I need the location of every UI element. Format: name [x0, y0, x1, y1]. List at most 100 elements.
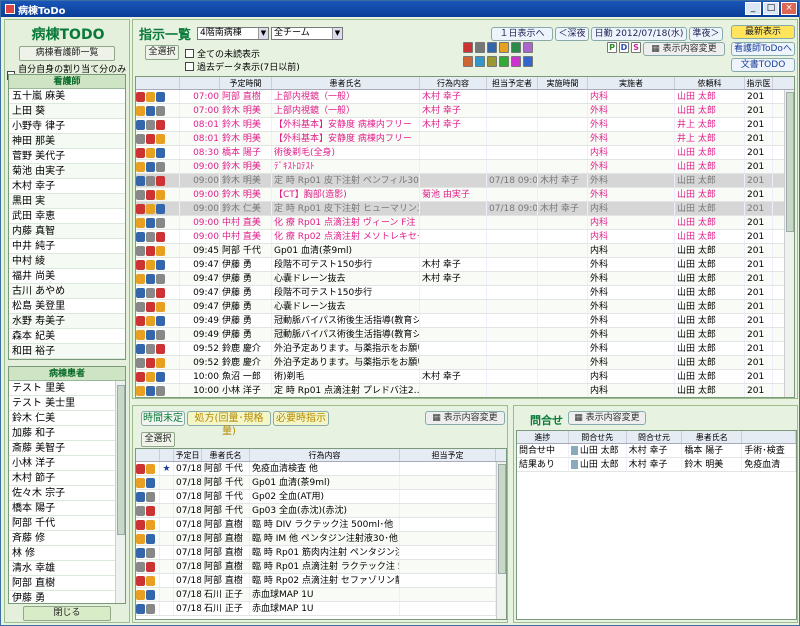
status-icon[interactable]	[136, 603, 145, 614]
instruction-scrollbar[interactable]	[784, 90, 794, 397]
table-row[interactable]: 09:00中村 直美化 療 Rp02 点滴注射 メソトレキセート注5mg… 内科山…	[136, 230, 794, 244]
patient-item[interactable]: 加藤 和子	[9, 426, 125, 441]
toolbar-icon[interactable]	[523, 42, 533, 53]
table-row[interactable]: 09:00 鈴木 明美 【CT】胸部(造影) 菊池 由実子 外科 山田 太郎 201	[136, 188, 794, 202]
status-icon[interactable]	[146, 589, 155, 600]
column-header[interactable]: 実施時間	[538, 77, 588, 89]
table-row[interactable]: 09:00鈴木 仁美定 時 Rp01 皮下注射 ヒューマリン3/7注カート 07/…	[136, 202, 794, 216]
status-icon[interactable]	[156, 385, 165, 396]
toolbar-icon[interactable]	[475, 42, 485, 53]
status-icon[interactable]	[146, 147, 155, 158]
table-row[interactable]: 09:49伊藤 勇冠動脈バイパス術後生活指導(教育シート)を参… 外科山田 太郎2…	[136, 314, 794, 328]
status-icon[interactable]	[136, 301, 145, 312]
column-header[interactable]: 行為内容	[420, 77, 487, 89]
status-icon[interactable]	[136, 491, 145, 502]
star-icon[interactable]	[160, 490, 174, 503]
column-header[interactable]: 担当予定	[400, 449, 496, 461]
status-icon[interactable]	[136, 329, 145, 340]
status-icon[interactable]	[146, 533, 155, 544]
toolbar-icon[interactable]	[523, 56, 533, 67]
maximize-button[interactable]: □	[763, 2, 779, 15]
status-icon[interactable]	[136, 547, 145, 558]
status-icon[interactable]	[146, 491, 155, 502]
status-icon[interactable]	[146, 203, 155, 214]
table-row[interactable]: 07/18 阿部 直樹臨 時 IM 他 ペンタジン注射液30･他	[136, 532, 506, 546]
column-header[interactable]: 予定日	[174, 449, 202, 461]
status-icon[interactable]	[136, 105, 145, 116]
table-row[interactable]: 08:30 橋本 陽子 術後剃毛(全身) 内科 山田 太郎 201	[136, 146, 794, 160]
table-row[interactable]: 09:45 阿部 千代 Gp01 血清(茶9ml) 内科 山田 太郎 201	[136, 244, 794, 258]
toolbar-icon[interactable]	[487, 42, 497, 53]
nurse-todo-button[interactable]: 看護師ToDoへ	[731, 42, 795, 56]
status-icon[interactable]	[146, 133, 155, 144]
table-row[interactable]: 結果あり 山田 太郎 木村 幸子 鈴木 明美 免疫血清	[517, 458, 796, 472]
star-icon[interactable]	[160, 532, 174, 545]
patient-item[interactable]: 橋本 陽子	[9, 501, 125, 516]
one-day-button[interactable]: １日表示へ	[491, 27, 553, 41]
status-icon[interactable]	[156, 175, 165, 186]
toolbar-d-icon[interactable]: D	[619, 42, 629, 53]
status-icon[interactable]	[146, 161, 155, 172]
status-icon[interactable]	[156, 287, 165, 298]
star-icon[interactable]: ★	[160, 462, 174, 475]
star-icon[interactable]	[160, 546, 174, 559]
nurse-item[interactable]: 小野寺 律子	[9, 119, 125, 134]
bl-display-change-button[interactable]: ▦ 表示内容変更	[425, 411, 505, 425]
table-row[interactable]: 08:01鈴木 明美【外科基本】安静度 病棟内フリー 外出可 入… 外科井上 太郎…	[136, 132, 794, 146]
status-icon[interactable]	[136, 385, 145, 396]
status-icon[interactable]	[136, 231, 145, 242]
nurse-list-button[interactable]: 病棟看護師一覧	[19, 46, 115, 61]
status-icon[interactable]	[146, 231, 155, 242]
status-icon[interactable]	[156, 203, 165, 214]
patient-item[interactable]: 鈴木 仁美	[9, 411, 125, 426]
column-header[interactable]: 依頼科	[675, 77, 745, 89]
column-header[interactable]: 行為内容	[250, 449, 400, 461]
star-icon[interactable]	[160, 504, 174, 517]
status-icon[interactable]	[156, 245, 165, 256]
status-icon[interactable]	[146, 343, 155, 354]
doc-todo-button[interactable]: 文書TODO	[731, 58, 795, 72]
table-row[interactable]: 07/18阿部 直樹臨 時 Rp02 点滴注射 セファゾリン静注用1…	[136, 574, 506, 588]
column-header[interactable]: 患者氏名	[202, 449, 250, 461]
display-change-button[interactable]: ▦ 表示内容変更	[643, 42, 725, 56]
column-header[interactable]: 患者氏名	[272, 77, 420, 89]
status-icon[interactable]	[146, 357, 155, 368]
status-icon[interactable]	[146, 315, 155, 326]
toolbar-icon[interactable]	[475, 56, 485, 67]
status-icon[interactable]	[136, 119, 145, 130]
past-data-checkbox[interactable]: 過去データ表示(7日以前)	[185, 60, 300, 73]
column-header[interactable]: 問合せ先	[569, 431, 627, 443]
status-icon[interactable]	[146, 547, 155, 558]
column-header[interactable]	[180, 77, 220, 89]
tab-prescription[interactable]: 処方(回量･規格量)	[187, 411, 271, 437]
prev-shift-button[interactable]: ＜深夜	[555, 27, 589, 41]
table-row[interactable]: 問合せ中 山田 太郎 木村 幸子 橋本 陽子 手術･検査	[517, 444, 796, 458]
column-header[interactable]	[136, 449, 160, 461]
status-icon[interactable]	[146, 189, 155, 200]
status-icon[interactable]	[136, 273, 145, 284]
status-icon[interactable]	[136, 371, 145, 382]
nurse-item[interactable]: 中村 綾	[9, 254, 125, 269]
status-icon[interactable]	[136, 533, 145, 544]
table-row[interactable]: 07:00 阿部 直樹 上部内視鏡（一般） 木村 幸子 内科 山田 太郎 201	[136, 90, 794, 104]
status-icon[interactable]	[156, 133, 165, 144]
column-header[interactable]: 進捗	[517, 431, 569, 443]
status-icon[interactable]	[156, 91, 165, 102]
status-icon[interactable]	[136, 161, 145, 172]
status-icon[interactable]	[146, 245, 155, 256]
status-icon[interactable]	[146, 91, 155, 102]
nurse-item[interactable]: 水野 寿美子	[9, 314, 125, 329]
star-icon[interactable]	[160, 574, 174, 587]
column-header[interactable]: 実施者	[588, 77, 675, 89]
status-icon[interactable]	[136, 463, 145, 474]
status-icon[interactable]	[146, 477, 155, 488]
unscheduled-scrollbar[interactable]	[496, 462, 506, 619]
nurse-item[interactable]: 森本 紀美	[9, 329, 125, 344]
toolbar-icon[interactable]	[463, 42, 473, 53]
toolbar-icon[interactable]	[463, 56, 473, 67]
table-row[interactable]: 08:01鈴木 明美【外科基本】安静度 病棟内フリー 外出可 入…木村 幸子 外科…	[136, 118, 794, 132]
status-icon[interactable]	[136, 203, 145, 214]
nurse-item[interactable]: 中井 純子	[9, 239, 125, 254]
status-icon[interactable]	[136, 505, 145, 516]
patient-item[interactable]: 木村 節子	[9, 471, 125, 486]
